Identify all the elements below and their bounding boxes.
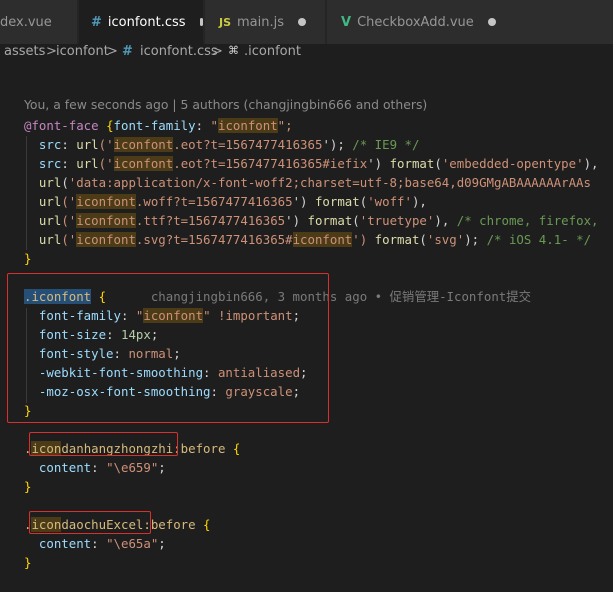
code-line[interactable]: url('iconfont.svg?t=1567477416365#iconfo… <box>24 230 591 249</box>
code-line[interactable]: content: "\e65a"; <box>24 534 166 553</box>
modified-dot-icon[interactable] <box>487 18 496 26</box>
css-file-icon: # <box>91 14 102 30</box>
tab-label: dex.vue <box>0 14 52 30</box>
chevron-right-icon: > <box>107 44 118 59</box>
tab-iconfont-css[interactable]: # iconfont.css <box>79 0 203 44</box>
annotation-box-icondaochuexcel <box>29 511 151 534</box>
symbol-icon: ⌘ <box>228 44 239 57</box>
code-line[interactable]: } <box>24 477 31 496</box>
code-line[interactable]: src: url('iconfont.eot?t=1567477416365')… <box>24 135 419 154</box>
code-line[interactable]: content: "\e659"; <box>24 458 166 477</box>
breadcrumb-iconfont-css[interactable]: iconfont.css <box>140 44 218 59</box>
modified-dot-icon[interactable] <box>298 18 307 26</box>
tab-label: iconfont.css <box>107 14 186 30</box>
js-file-icon: JS <box>219 15 232 29</box>
code-line[interactable]: @font-face {font-family: "iconfont"; <box>24 116 293 135</box>
modified-dot-icon[interactable] <box>199 18 203 26</box>
chevron-right-icon: > <box>212 44 223 59</box>
annotation-box-iconfont-rule <box>7 273 329 423</box>
codelens-blame[interactable]: You, a few seconds ago | 5 authors (chan… <box>24 97 427 112</box>
breadcrumb-assets[interactable]: assets <box>4 44 45 59</box>
tab-label: main.js <box>237 14 285 30</box>
annotation-box-icondanhangzhongzhi <box>29 432 178 456</box>
tab-main-js[interactable]: JS main.js <box>205 0 325 44</box>
code-line[interactable]: url('data:application/x-font-woff2;chars… <box>24 173 591 192</box>
css-file-icon: # <box>122 44 133 59</box>
vue-file-icon: V <box>341 14 352 30</box>
tab-label: CheckboxAdd.vue <box>357 14 474 30</box>
code-line[interactable]: url('iconfont.woff?t=1567477416365') for… <box>24 192 427 211</box>
editor-tab-bar: dex.vue # iconfont.css JS main.js V Chec… <box>0 0 613 44</box>
code-line[interactable]: src: url('iconfont.eot?t=1567477416365#i… <box>24 154 599 173</box>
tab-index-vue[interactable]: dex.vue <box>0 0 77 44</box>
breadcrumb: assets > iconfont > # iconfont.css > ⌘ .… <box>0 44 613 62</box>
code-line[interactable]: url('iconfont.ttf?t=1567477416365') form… <box>24 211 599 230</box>
breadcrumb-iconfont-folder[interactable]: iconfont <box>56 44 109 59</box>
tab-checkboxadd-vue[interactable]: V CheckboxAdd.vue <box>327 0 613 44</box>
code-line[interactable]: } <box>24 553 31 572</box>
code-line[interactable]: } <box>24 249 31 268</box>
breadcrumb-iconfont-selector[interactable]: .iconfont <box>244 44 301 59</box>
